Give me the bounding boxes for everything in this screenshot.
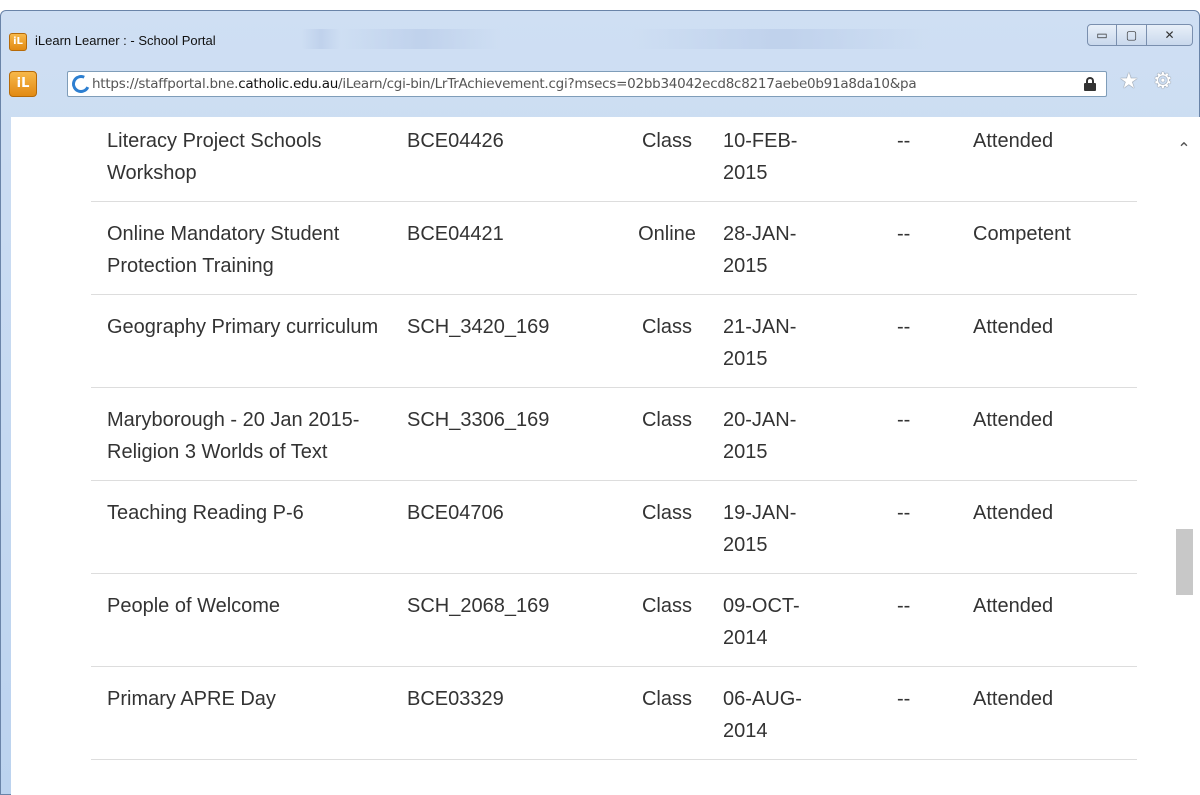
scroll-up-arrow-icon[interactable]: ⌃ (1175, 139, 1193, 158)
completion-date: 06-AUG- 2014 (723, 688, 802, 742)
completion-status: Attended (973, 130, 1054, 152)
site-app-icon[interactable]: iL (9, 71, 37, 97)
delivery-type: Class (641, 316, 692, 338)
completion-date: 20-JAN- 2015 (723, 409, 797, 463)
close-icon: ✕ (1164, 28, 1175, 42)
table-row: Maryborough - 20 Jan 2015- Religion 3 Wo… (91, 388, 1137, 481)
achievements-table: Literacy Project Schools Workshop BCE0442… (91, 117, 1137, 760)
table-row: Online Mandatory Student Protection Trai… (91, 202, 1137, 295)
window-title: iLearn Learner : - School Portal (35, 33, 216, 48)
favorites-star-icon[interactable]: ★ (1119, 69, 1139, 94)
lock-icon[interactable] (1084, 77, 1096, 91)
completion-status: Attended (973, 595, 1054, 617)
minimize-icon: ▭ (1096, 28, 1108, 42)
internet-explorer-icon (69, 72, 93, 96)
completion-date: 19-JAN- 2015 (723, 502, 797, 556)
completion-status: Competent (973, 223, 1071, 245)
course-title: Geography Primary curriculum (107, 316, 379, 338)
course-title: Maryborough - 20 Jan 2015- Religion 3 Wo… (107, 409, 360, 463)
table-row: Geography Primary curriculum SCH_3420_169… (91, 295, 1137, 388)
background-tab-blur (631, 29, 931, 49)
url-path: /iLearn/cgi-bin/LrTrAchievement.cgi?msec… (338, 76, 917, 92)
achievement-content: Literacy Project Schools Workshop BCE0442… (11, 117, 1200, 795)
ilearn-app-icon: iL (9, 33, 27, 51)
delivery-type: Class (641, 688, 692, 710)
close-button[interactable]: ✕ (1147, 24, 1193, 46)
browser-popup-window: iL iLearn Learner : - School Portal ▭ ▢ … (0, 10, 1200, 795)
settings-gear-icon[interactable]: ⚙ (1153, 69, 1173, 94)
score-value: -- (897, 595, 911, 617)
background-tab-blur (341, 29, 501, 49)
delivery-type: Class (641, 595, 692, 617)
delivery-type: Class (641, 130, 692, 152)
completion-status: Attended (973, 502, 1054, 524)
score-value: -- (897, 223, 911, 245)
url-domain: catholic.edu.au (238, 76, 339, 92)
table-row: Literacy Project Schools Workshop BCE0442… (91, 117, 1137, 202)
course-code: SCH_3306_169 (407, 409, 550, 431)
score-value: -- (897, 409, 911, 431)
minimize-button[interactable]: ▭ (1087, 24, 1117, 46)
score-value: -- (897, 316, 911, 338)
vertical-scrollbar[interactable]: ⌃ (1173, 117, 1197, 795)
course-code: BCE04421 (407, 223, 504, 245)
course-title: People of Welcome (107, 595, 281, 617)
maximize-button[interactable]: ▢ (1117, 24, 1147, 46)
course-code: SCH_2068_169 (407, 595, 550, 617)
delivery-type: Class (641, 409, 692, 431)
background-tab-blur (301, 29, 341, 49)
score-value: -- (897, 688, 911, 710)
course-code: BCE03329 (407, 688, 504, 710)
address-bar[interactable]: https://staffportal.bne.catholic.edu.au/… (67, 71, 1107, 97)
completion-status: Attended (973, 688, 1054, 710)
achievements-table-body: Literacy Project Schools Workshop BCE0442… (91, 117, 1137, 760)
course-code: BCE04426 (407, 130, 504, 152)
course-title: Literacy Project Schools Workshop (107, 130, 322, 184)
table-row: Primary APRE Day BCE03329 Class 06-AUG- 2014… (91, 667, 1137, 760)
completion-date: 21-JAN- 2015 (723, 316, 797, 370)
table-row: Teaching Reading P-6 BCE04706 Class 19-JAN-… (91, 481, 1137, 574)
course-title: Teaching Reading P-6 (107, 502, 304, 524)
scroll-thumb[interactable] (1176, 529, 1193, 595)
table-row: People of Welcome SCH_2068_169 Class 09-OCT… (91, 574, 1137, 667)
completion-date: 09-OCT- 2014 (723, 595, 800, 649)
course-title: Primary APRE Day (107, 688, 276, 710)
delivery-type: Online (638, 223, 696, 245)
title-bar[interactable]: iL iLearn Learner : - School Portal ▭ ▢ … (1, 11, 1200, 63)
completion-date: 10-FEB- 2015 (723, 130, 798, 184)
course-code: SCH_3420_169 (407, 316, 550, 338)
url-prefix: https://staffportal.bne. (92, 76, 239, 92)
maximize-icon: ▢ (1125, 28, 1138, 42)
completion-date: 28-JAN- 2015 (723, 223, 797, 277)
window-controls: ▭ ▢ ✕ (1087, 24, 1193, 48)
delivery-type: Class (641, 502, 692, 524)
url-text[interactable]: https://staffportal.bne.catholic.edu.au/… (92, 76, 1062, 92)
course-title: Online Mandatory Student Protection Trai… (107, 223, 340, 277)
address-row: iL https://staffportal.bne.catholic.edu.… (1, 63, 1200, 107)
completion-status: Attended (973, 409, 1054, 431)
score-value: -- (897, 502, 911, 524)
completion-status: Attended (973, 316, 1054, 338)
course-code: BCE04706 (407, 502, 504, 524)
score-value: -- (897, 130, 911, 152)
